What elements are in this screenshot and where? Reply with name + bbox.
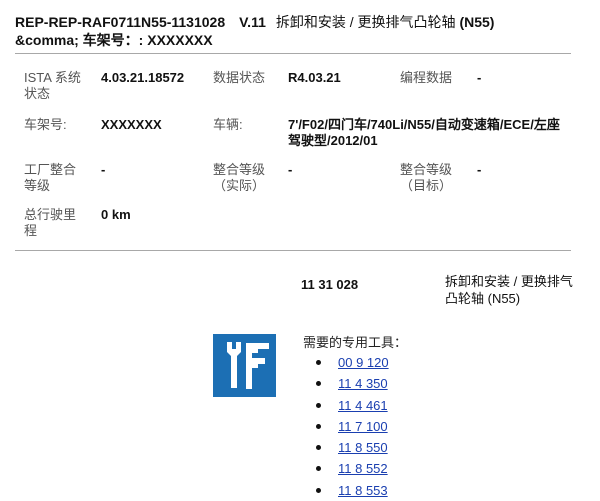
vin-label: 车架号: [24, 117, 67, 132]
vin-value: XXXXXXX [101, 117, 162, 132]
level-actual-value: - [288, 162, 293, 177]
prog-data-value: - [477, 70, 482, 85]
tool-link-11-4-461[interactable]: 11 4 461 [338, 398, 388, 413]
tool-link-11-8-553[interactable]: 11 8 553 [338, 483, 388, 498]
list-item: 11 8 550 [316, 437, 389, 458]
list-item: 00 9 120 [316, 352, 389, 373]
job-title-cn: 拆卸和安装 / 更换排气凸轮轴 [275, 14, 456, 30]
factory-level-label: 工厂整合等级 [24, 162, 77, 193]
doc-version: V.11 [239, 14, 266, 30]
job-engine: (N55) [459, 14, 495, 30]
tool-link-11-4-350[interactable]: 11 4 350 [338, 376, 388, 391]
list-item: 11 4 461 [316, 395, 389, 416]
job-title: 拆卸和安装 / 更换排气凸轮轴 (N55) [276, 14, 495, 30]
title-line-1: REP-REP-RAF0711N55-1131028 V.11 拆卸和安装 / 更换… [15, 13, 585, 31]
tool-link-11-8-552[interactable]: 11 8 552 [338, 461, 388, 476]
operation-description: 拆卸和安装 / 更换排气凸轮轴 (N55) [445, 274, 573, 306]
tool-link-11-7-100[interactable]: 11 7 100 [338, 419, 388, 434]
special-tools-list: 00 9 120 11 4 350 11 4 461 11 7 100 11 8… [316, 352, 389, 501]
tool-link-00-9-120[interactable]: 00 9 120 [338, 355, 389, 370]
list-item: 11 4 350 [316, 373, 389, 394]
operation-number: 11 31 028 [301, 277, 359, 292]
prog-data-label: 编程数据 [400, 70, 453, 85]
level-target-label: 整合等级（目标） [400, 162, 453, 193]
level-actual-label: 整合等级（实际） [213, 162, 266, 193]
data-status-label: 数据状态 [213, 70, 266, 85]
special-tools-heading: 需要的专用工具： [303, 335, 408, 350]
list-item: 11 7 100 [316, 416, 389, 437]
tool-link-11-8-550[interactable]: 11 8 550 [338, 440, 388, 455]
vehicle-label: 车辆: [213, 117, 243, 132]
doc-code: REP-REP-RAF0711N55-1131028 [15, 14, 226, 30]
ista-value: 4.03.21.18572 [101, 70, 185, 85]
mileage-value: 0 km [101, 207, 131, 222]
special-tool-icon [213, 334, 276, 397]
document-title: REP-REP-RAF0711N55-1131028 V.11 拆卸和安装 / 更换… [15, 13, 585, 49]
mileage-label: 总行驶里程 [24, 207, 77, 238]
ista-label: ISTA 系统状态 [24, 70, 81, 101]
divider-middle [15, 250, 571, 251]
data-status-value: R4.03.21 [288, 70, 341, 85]
title-line-2: &comma; 车架号：: XXXXXXX [15, 32, 213, 48]
vehicle-value: 7'/F02/四门车/740Li/N55/自动变速箱/ECE/左座驾驶型/201… [288, 117, 560, 148]
factory-level-value: - [101, 162, 106, 177]
divider-top [15, 53, 571, 54]
repair-document-page: REP-REP-RAF0711N55-1131028 V.11 拆卸和安装 / 更换… [0, 0, 600, 498]
list-item: 11 8 552 [316, 458, 389, 479]
level-target-value: - [477, 162, 482, 177]
